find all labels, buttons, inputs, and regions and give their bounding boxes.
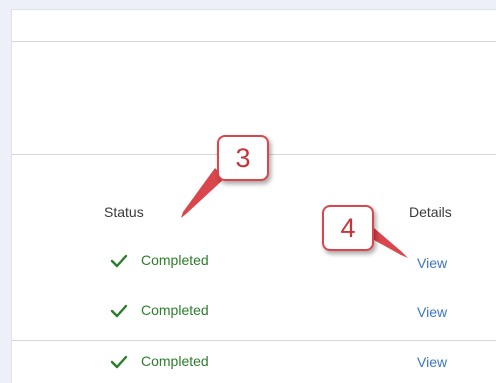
callout-4: 4 [322, 205, 374, 251]
callout-4-arrow [374, 228, 408, 258]
annotation-arrows [181, 168, 408, 258]
callout-3: 3 [217, 135, 269, 181]
